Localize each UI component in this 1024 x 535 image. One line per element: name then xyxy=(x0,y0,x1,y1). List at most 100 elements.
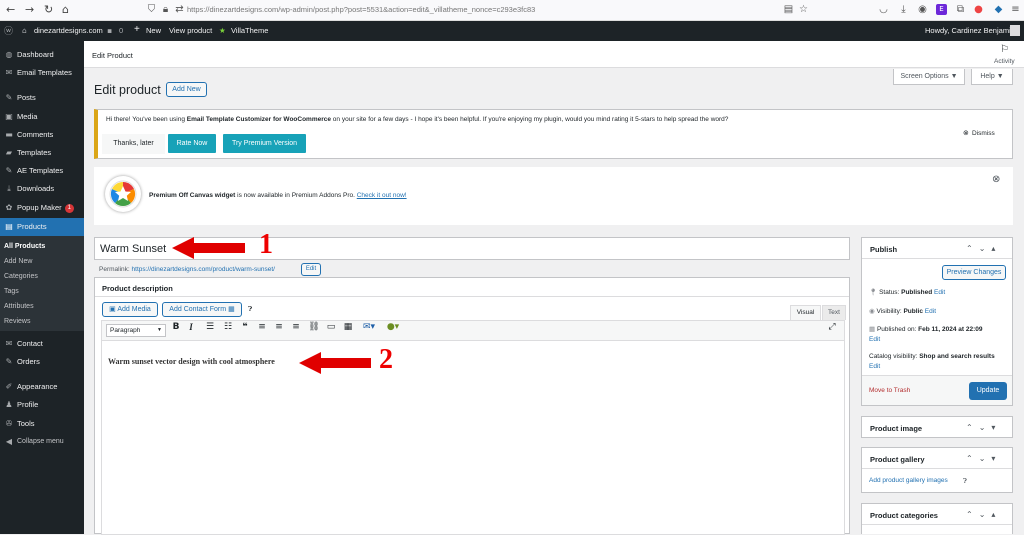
permalink-url[interactable]: https://dinezartdesigns.com/product/warm… xyxy=(132,266,275,273)
lock-icon[interactable]: 🔒︎ xyxy=(160,4,171,15)
shield-icon[interactable]: ⛉ xyxy=(146,4,157,15)
move-to-trash-link[interactable]: Move to Trash xyxy=(869,387,910,394)
profile-extension-icon[interactable]: ◆ xyxy=(993,4,1004,15)
sidebar-item-orders[interactable]: ✎ Orders xyxy=(0,353,84,371)
help-icon[interactable]: ❓︎ xyxy=(248,305,252,314)
bookmark-star-icon[interactable]: ☆ xyxy=(798,4,809,15)
flag-icon[interactable]: ⚐ xyxy=(1000,44,1009,55)
published-edit-link[interactable]: Edit xyxy=(869,336,880,343)
shortcode-icon[interactable]: ●▾ xyxy=(384,322,402,332)
tab-text[interactable]: Text xyxy=(822,305,846,320)
comment-count[interactable]: 0 xyxy=(119,26,123,35)
update-button[interactable]: Update xyxy=(969,382,1007,400)
align-center-icon[interactable]: ≡ xyxy=(273,322,285,332)
try-premium-button[interactable]: Try Premium Version xyxy=(223,134,306,153)
rate-now-button[interactable]: Rate Now xyxy=(168,134,216,153)
italic-icon[interactable]: I xyxy=(185,322,197,332)
address-bar[interactable]: https://dinezartdesigns.com/wp-admin/pos… xyxy=(187,5,535,14)
close-icon[interactable]: ⊗ xyxy=(992,174,1000,185)
submenu-categories[interactable]: Categories xyxy=(4,273,38,280)
link-icon[interactable]: ⛓ xyxy=(308,322,320,332)
account-icon[interactable]: ◉ xyxy=(917,4,928,15)
sidebar-item-comments[interactable]: ▬ Comments xyxy=(0,126,84,144)
sidebar-item-posts[interactable]: ✎ Posts xyxy=(0,89,84,107)
sidebar-item-dashboard[interactable]: ◍ Dashboard xyxy=(0,46,84,64)
box-controls-icon[interactable]: ⌃⌄▾ xyxy=(966,454,1001,463)
dismiss-icon[interactable]: ⊗ xyxy=(963,129,969,137)
visibility-edit-link[interactable]: Edit xyxy=(925,308,936,315)
bullet-list-icon[interactable]: ☰ xyxy=(204,322,216,332)
add-gallery-images-link[interactable]: Add product gallery images xyxy=(869,477,948,484)
align-right-icon[interactable]: ≡ xyxy=(290,322,302,332)
submenu-add-new[interactable]: Add New xyxy=(4,258,32,265)
plus-icon[interactable]: + xyxy=(134,24,140,35)
submenu-all-products[interactable]: All Products xyxy=(4,243,45,250)
thanks-later-button[interactable]: Thanks, later xyxy=(102,134,165,154)
sidebar-item-tools[interactable]: ✇ Tools xyxy=(0,415,84,433)
editor-content-area[interactable]: Warm sunset vector design with cool atmo… xyxy=(101,341,845,535)
sidebar-item-media[interactable]: ▣ Media xyxy=(0,108,84,126)
submenu-attributes[interactable]: Attributes xyxy=(4,303,34,310)
numbered-list-icon[interactable]: ☷ xyxy=(222,322,234,332)
sidebar-item-contact[interactable]: ✉ Contact xyxy=(0,335,84,353)
sidebar-item-email-templates[interactable]: ✉ Email Templates xyxy=(0,64,84,82)
add-new-button[interactable]: Add New xyxy=(166,82,207,97)
sidebar-item-profile[interactable]: ♟ Profile xyxy=(0,396,84,414)
wordpress-logo-icon[interactable]: ⓦ xyxy=(4,24,13,37)
bold-icon[interactable]: B xyxy=(170,322,182,332)
check-it-out-link[interactable]: Check it out now! xyxy=(357,192,407,199)
box-controls-icon[interactable]: ⌃⌄▴ xyxy=(966,244,1001,253)
new-link[interactable]: New xyxy=(146,26,161,35)
extension-icon[interactable]: E xyxy=(936,4,947,15)
sidebar-item-downloads[interactable]: ⤓ Downloads xyxy=(0,180,84,198)
dismiss-link[interactable]: Dismiss xyxy=(972,130,995,137)
box-controls-icon[interactable]: ⌃⌄▾ xyxy=(966,423,1001,432)
status-edit-link[interactable]: Edit xyxy=(934,289,945,296)
howdy-user[interactable]: Howdy, Cardinez Benjamin xyxy=(925,26,1015,35)
menu-icon[interactable]: ≡ xyxy=(1010,4,1021,15)
extensions-puzzle-icon[interactable]: ⧉ xyxy=(955,4,966,15)
downloads-icon[interactable]: ⤓ xyxy=(898,4,909,15)
email-insert-icon[interactable]: ✉▾ xyxy=(360,322,378,332)
back-arrow-icon[interactable]: ← xyxy=(6,3,15,16)
blockquote-icon[interactable]: ❝ xyxy=(239,322,251,332)
add-media-button[interactable]: ▣ Add Media xyxy=(102,302,158,317)
sidebar-item-products[interactable]: ▤ Products xyxy=(0,218,84,236)
help-icon[interactable]: ❓︎ xyxy=(963,477,967,486)
fullscreen-icon[interactable]: ⤢ xyxy=(826,322,838,332)
format-select[interactable]: Paragraph ▼ xyxy=(106,324,166,337)
submenu-tags[interactable]: Tags xyxy=(4,288,19,295)
tab-visual[interactable]: Visual xyxy=(790,305,821,320)
sidebar-item-popup-maker[interactable]: ✿ Popup Maker 1 xyxy=(0,199,84,217)
add-contact-form-button[interactable]: Add Contact Form ▦ xyxy=(162,302,242,317)
screen-options-button[interactable]: Screen Options ▼ xyxy=(893,69,965,85)
box-controls-icon[interactable]: ⌃⌄▴ xyxy=(966,510,1001,519)
comment-icon[interactable]: ▪ xyxy=(107,26,112,35)
reload-icon[interactable]: ↻ xyxy=(44,3,53,16)
preview-changes-button[interactable]: Preview Changes xyxy=(942,265,1006,280)
submenu-reviews[interactable]: Reviews xyxy=(4,318,30,325)
permalink-edit-button[interactable]: Edit xyxy=(301,263,321,276)
sidebar-item-templates[interactable]: ▰ Templates xyxy=(0,144,84,162)
site-name-link[interactable]: dinezartdesigns.com xyxy=(34,26,103,35)
more-tag-icon[interactable]: ▭ xyxy=(325,322,337,332)
product-categories-box: Product categories ⌃⌄▴ xyxy=(861,503,1013,534)
align-left-icon[interactable]: ≡ xyxy=(256,322,268,332)
pocket-icon[interactable]: ◡ xyxy=(878,4,889,15)
catalog-edit-link[interactable]: Edit xyxy=(869,363,880,370)
sidebar-item-ae-templates[interactable]: ✎ AE Templates xyxy=(0,162,84,180)
help-button[interactable]: Help ▼ xyxy=(971,69,1013,85)
forward-arrow-icon[interactable]: → xyxy=(25,3,34,16)
reader-view-icon[interactable]: ▤ xyxy=(783,4,794,15)
activity-link[interactable]: Activity xyxy=(994,58,1015,65)
toolbar-toggle-icon[interactable]: ▦ xyxy=(342,322,354,332)
collapse-menu[interactable]: ◀ Collapse menu xyxy=(0,433,84,451)
avatar[interactable] xyxy=(1010,25,1020,36)
color-extension-icon[interactable]: ● xyxy=(973,4,984,15)
sidebar-item-appearance[interactable]: ✐ Appearance xyxy=(0,378,84,396)
comment-icon: ▬ xyxy=(5,130,13,139)
villatheme-link[interactable]: VillaTheme xyxy=(231,26,268,35)
view-product-link[interactable]: View product xyxy=(169,26,212,35)
permissions-icon[interactable]: ⇄ xyxy=(174,4,185,15)
home-icon[interactable]: ⌂ xyxy=(62,3,69,16)
